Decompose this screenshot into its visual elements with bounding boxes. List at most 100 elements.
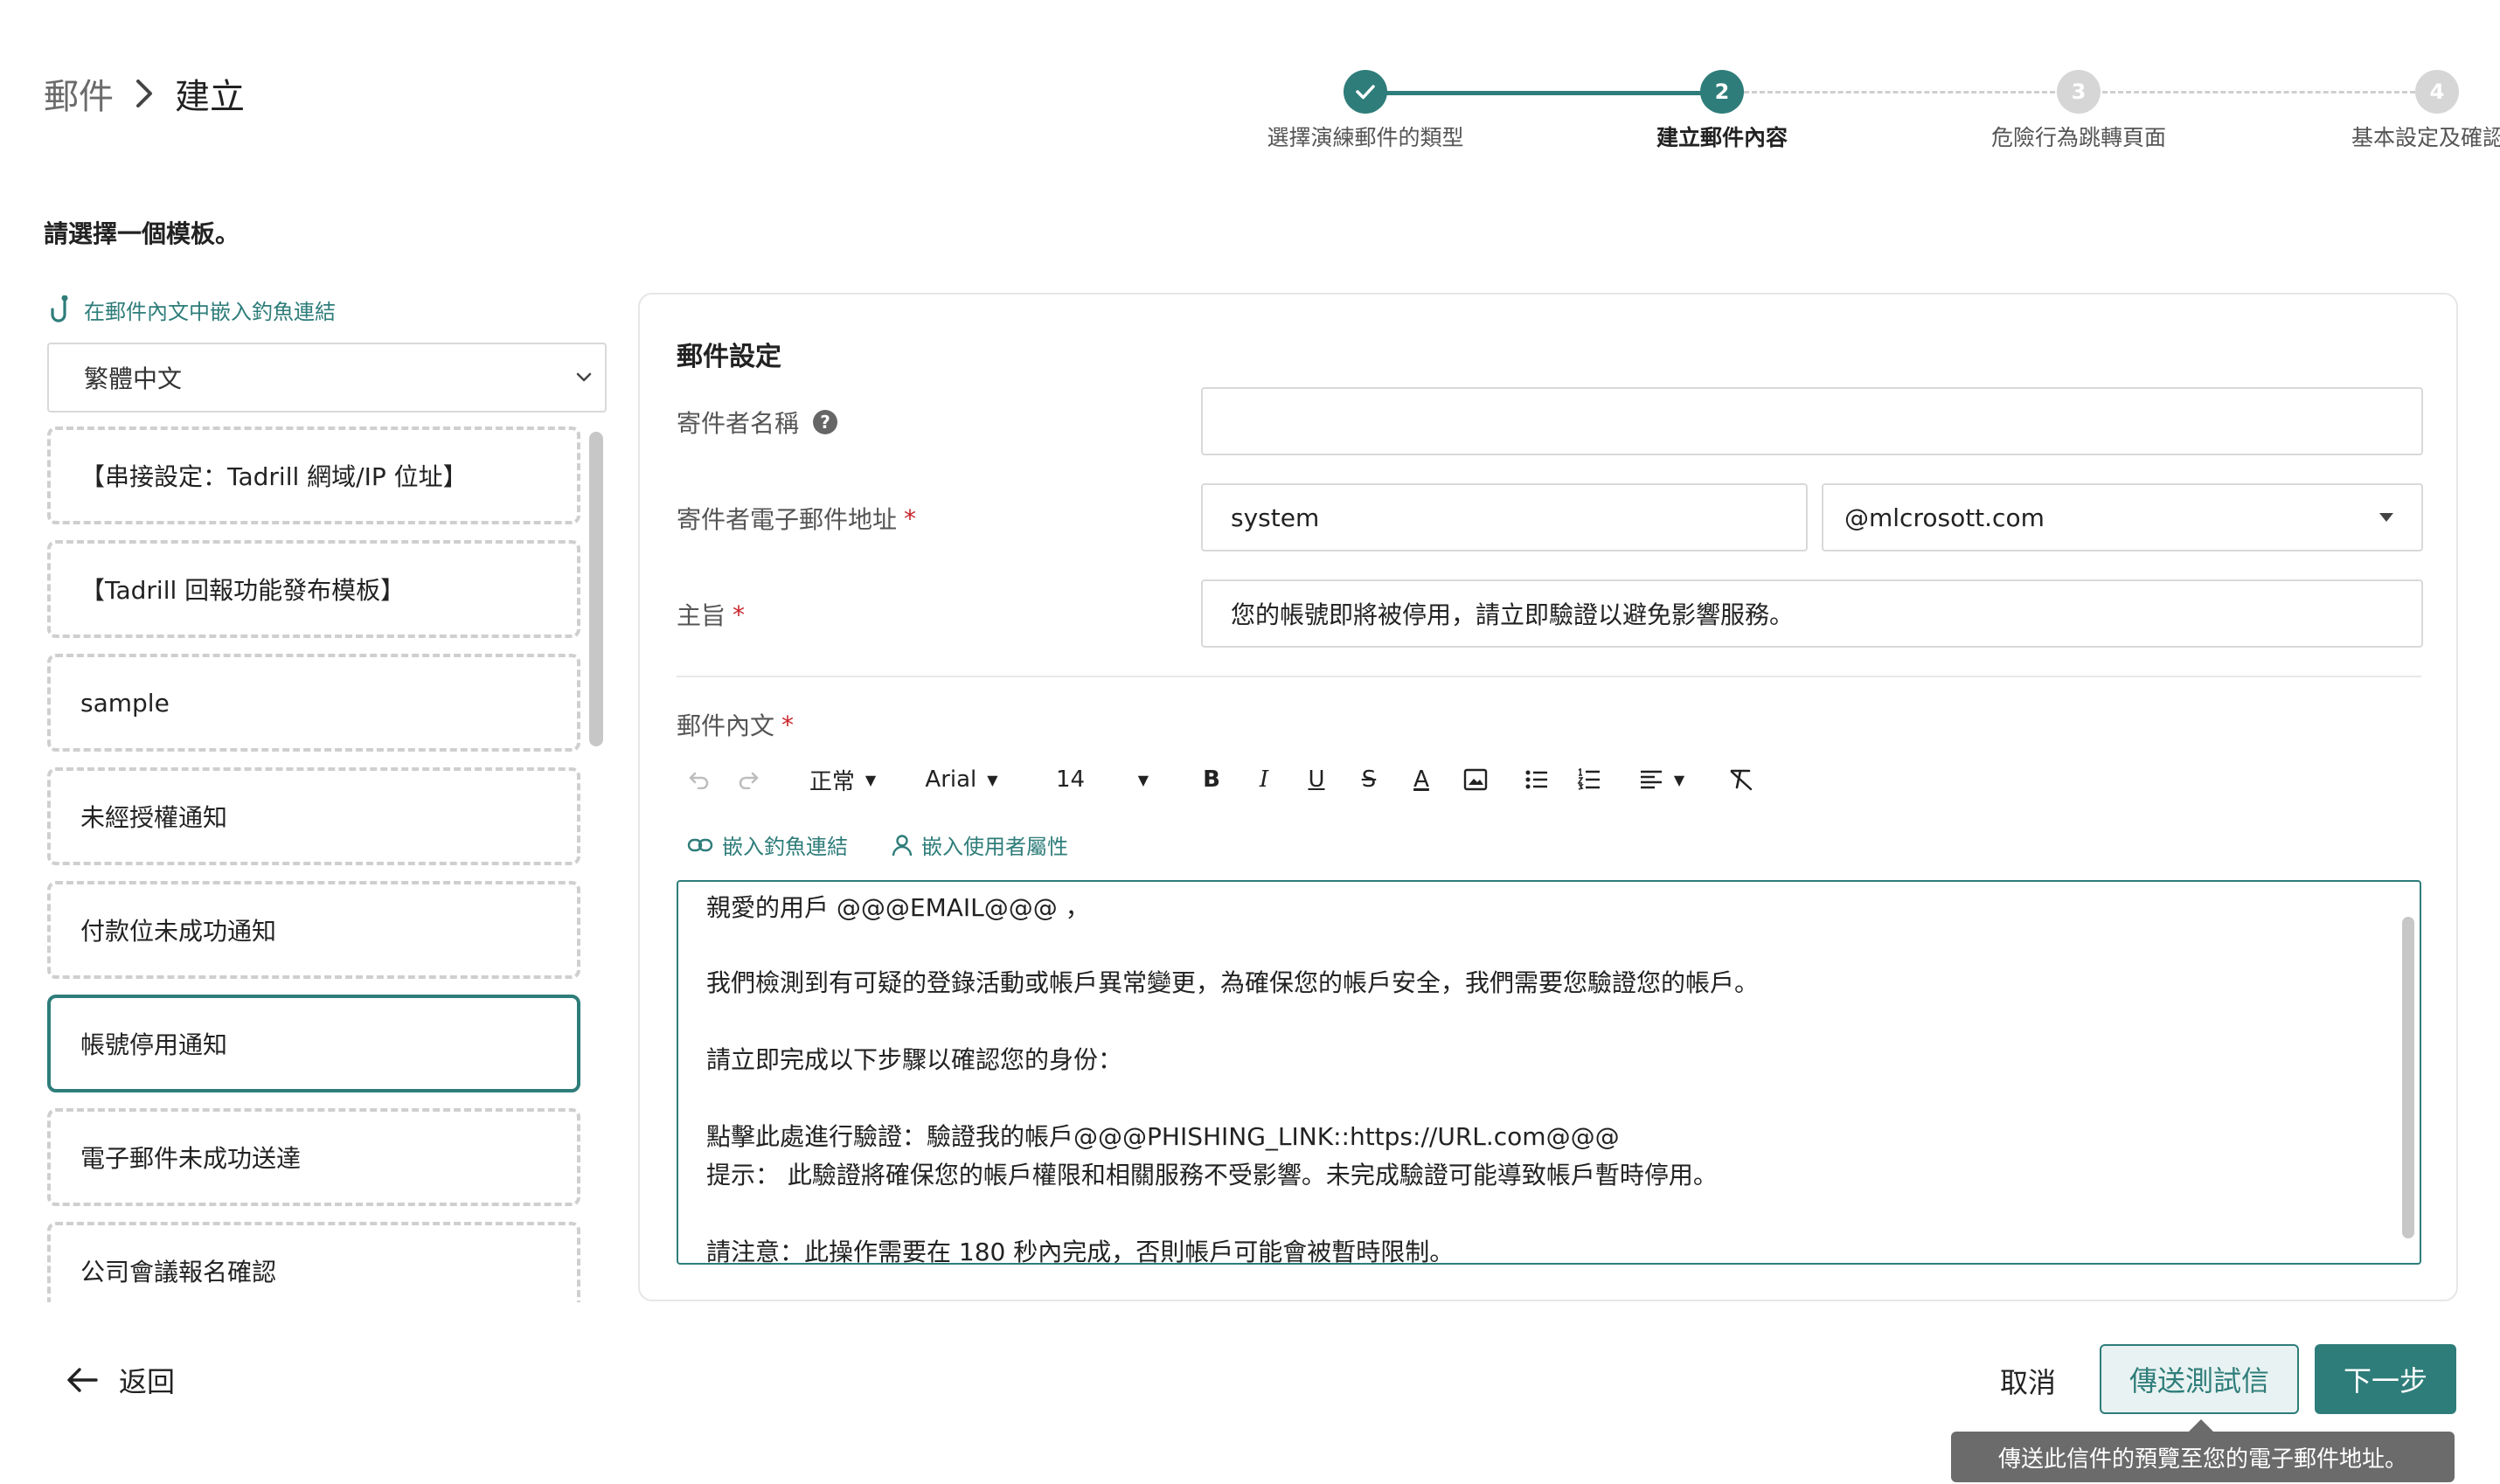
editor-line: 提示： 此驗證將確保您的帳戶權限和相關服務不受影響。未完成驗證可能導致帳戶暫時停… [706, 1161, 1718, 1189]
embed-actions: 嵌入釣魚連結 嵌入使用者屬性 [687, 829, 1068, 860]
divider [677, 676, 2421, 677]
paragraph-style-select[interactable]: 正常 ▼ [799, 758, 886, 801]
font-size-value: 14 [1056, 766, 1086, 793]
align-left-icon [1640, 770, 1662, 789]
italic-button[interactable]: I [1247, 758, 1281, 801]
template-item[interactable]: 未經授權通知 [47, 767, 580, 865]
chevron-right-icon [114, 72, 175, 115]
template-item[interactable]: sample [47, 654, 580, 752]
editor-toolbar: 正常 ▼ Arial ▼ 14 ▼ B I U S A ▼ [677, 758, 1900, 801]
step-1-label: 選擇演練郵件的類型 [1267, 125, 1464, 150]
embed-phishing-link-label[interactable]: 在郵件內文中嵌入釣魚連結 [84, 295, 336, 325]
sender-email-label-text: 寄件者電子郵件地址 [677, 505, 898, 534]
step-3-dot: 3 [2057, 70, 2101, 114]
subject-label: 主旨 * [677, 597, 745, 632]
template-item[interactable]: 【串接設定：Tadrill 網域/IP 位址】 [47, 426, 580, 524]
subject-input[interactable]: 您的帳號即將被停用，請立即驗證以避免影響服務。 [1201, 579, 2423, 648]
language-select[interactable]: 繁體中文 [47, 343, 607, 413]
section-title: 郵件設定 [677, 342, 781, 372]
undo-icon[interactable] [684, 758, 715, 801]
bullet-list-icon[interactable] [1517, 758, 1556, 801]
required-mark: * [733, 600, 746, 629]
embed-user-attribute-text: 嵌入使用者屬性 [921, 835, 1068, 859]
caret-down-icon: ▼ [865, 771, 877, 788]
required-mark: * [781, 710, 795, 739]
editor-line: 點擊此處進行驗證：驗證我的帳戶@@@PHISHING_LINK::https:/… [706, 1122, 1620, 1151]
chevron-down-icon [576, 372, 592, 382]
scrollbar-thumb[interactable] [589, 432, 603, 746]
editor-line: 請注意：此操作需要在 180 秒內完成，否則帳戶可能會被暫時限制。 [706, 1238, 1455, 1265]
underline-button[interactable]: U [1299, 758, 1334, 801]
step-connector [2102, 91, 2415, 94]
help-icon[interactable]: ? [813, 410, 838, 434]
fishhook-icon [51, 295, 68, 322]
back-button[interactable]: 返回 [66, 1360, 175, 1400]
caret-down-icon: ▼ [987, 771, 998, 788]
send-test-tooltip: 傳送此信件的預覽至您的電子郵件地址。 [1951, 1432, 2455, 1482]
mail-body-editor[interactable]: 親愛的用戶 @@@EMAIL@@@ ， 我們檢測到有可疑的登錄活動或帳戶異常變更… [677, 880, 2421, 1265]
tooltip-arrow [2189, 1419, 2213, 1432]
strikethrough-button[interactable]: S [1351, 758, 1386, 801]
image-icon[interactable] [1456, 758, 1495, 801]
embed-user-attribute-button[interactable]: 嵌入使用者屬性 [892, 829, 1068, 860]
link-icon [687, 838, 713, 851]
text-color-button[interactable]: A [1404, 758, 1439, 801]
arrow-left-icon [67, 1368, 98, 1392]
progress-stepper: 2 3 4 選擇演練郵件的類型 建立郵件內容 危險行為跳轉頁面 基本設定及確認 [1224, 70, 2500, 192]
breadcrumb-current: 建立 [175, 77, 245, 117]
font-size-select[interactable]: 14 ▼ [1044, 758, 1149, 801]
sender-email-domain-select[interactable]: @mlcrosott.com [1822, 483, 2423, 551]
font-family-select[interactable]: Arial ▼ [918, 758, 1005, 801]
sender-email-local-input[interactable]: system [1201, 483, 1808, 551]
check-icon [1356, 85, 1375, 100]
sender-name-label: 寄件者名稱 ? [677, 405, 838, 440]
editor-line: 請立即完成以下步驟以確認您的身份： [706, 1045, 1123, 1074]
template-item[interactable]: 【Tadrill 回報功能發布模板】 [47, 540, 580, 638]
language-select-value: 繁體中文 [84, 364, 183, 393]
body-label: 郵件內文 * [677, 707, 794, 742]
breadcrumb: 郵件 建立 [44, 72, 245, 117]
step-connector [1744, 91, 2055, 94]
paragraph-style-value: 正常 [809, 768, 855, 795]
embed-phishing-link-text: 嵌入釣魚連結 [722, 835, 848, 859]
sender-email-domain-value: @mlcrosott.com [1844, 503, 2045, 532]
redo-icon[interactable] [733, 758, 764, 801]
template-item[interactable]: 公司會議報名確認 [47, 1222, 580, 1302]
step-4-dot: 4 [2415, 70, 2459, 114]
back-label: 返回 [119, 1365, 176, 1398]
bold-button[interactable]: B [1194, 758, 1229, 801]
body-label-text: 郵件內文 [677, 711, 775, 740]
subject-label-text: 主旨 [677, 601, 726, 630]
embed-phishing-link-button[interactable]: 嵌入釣魚連結 [687, 829, 848, 860]
caret-down-icon: ▼ [1137, 771, 1149, 788]
send-test-button[interactable]: 傳送測試信 [2100, 1344, 2299, 1414]
required-mark: * [904, 503, 917, 533]
template-instruction: 請選擇一個模板。 [44, 219, 240, 248]
template-list: 【串接設定：Tadrill 網域/IP 位址】 【Tadrill 回報功能發布模… [47, 426, 586, 1302]
breadcrumb-parent[interactable]: 郵件 [44, 68, 114, 119]
step-1-dot [1344, 70, 1387, 114]
step-2-label: 建立郵件內容 [1656, 125, 1788, 150]
step-3-label: 危險行為跳轉頁面 [1990, 125, 2166, 150]
next-button[interactable]: 下一步 [2315, 1344, 2456, 1414]
numbered-list-icon[interactable] [1570, 758, 1608, 801]
editor-scrollbar[interactable] [2402, 917, 2414, 1238]
step-connector-done [1365, 91, 1722, 95]
template-list-scrollbar[interactable] [589, 432, 603, 1302]
caret-down-icon [2379, 513, 2393, 522]
align-select[interactable]: ▼ [1631, 758, 1692, 801]
step-4-label: 基本設定及確認 [2351, 125, 2500, 150]
embed-phishing-link-hint[interactable]: 在郵件內文中嵌入釣魚連結 [49, 295, 336, 325]
sender-name-input[interactable] [1201, 387, 2423, 455]
sender-email-label: 寄件者電子郵件地址 * [677, 501, 916, 536]
font-family-value: Arial [925, 766, 977, 793]
editor-line: 親愛的用戶 @@@EMAIL@@@ ， [706, 893, 1090, 922]
template-item[interactable]: 電子郵件未成功送達 [47, 1108, 580, 1206]
step-2-dot: 2 [1700, 70, 1744, 114]
user-icon [892, 834, 913, 856]
template-item-selected[interactable]: 帳號停用通知 [47, 995, 580, 1092]
caret-down-icon: ▼ [1673, 771, 1685, 788]
clear-format-icon[interactable] [1722, 758, 1760, 801]
template-item[interactable]: 付款位未成功通知 [47, 881, 580, 979]
cancel-button[interactable]: 取消 [1976, 1346, 2080, 1416]
